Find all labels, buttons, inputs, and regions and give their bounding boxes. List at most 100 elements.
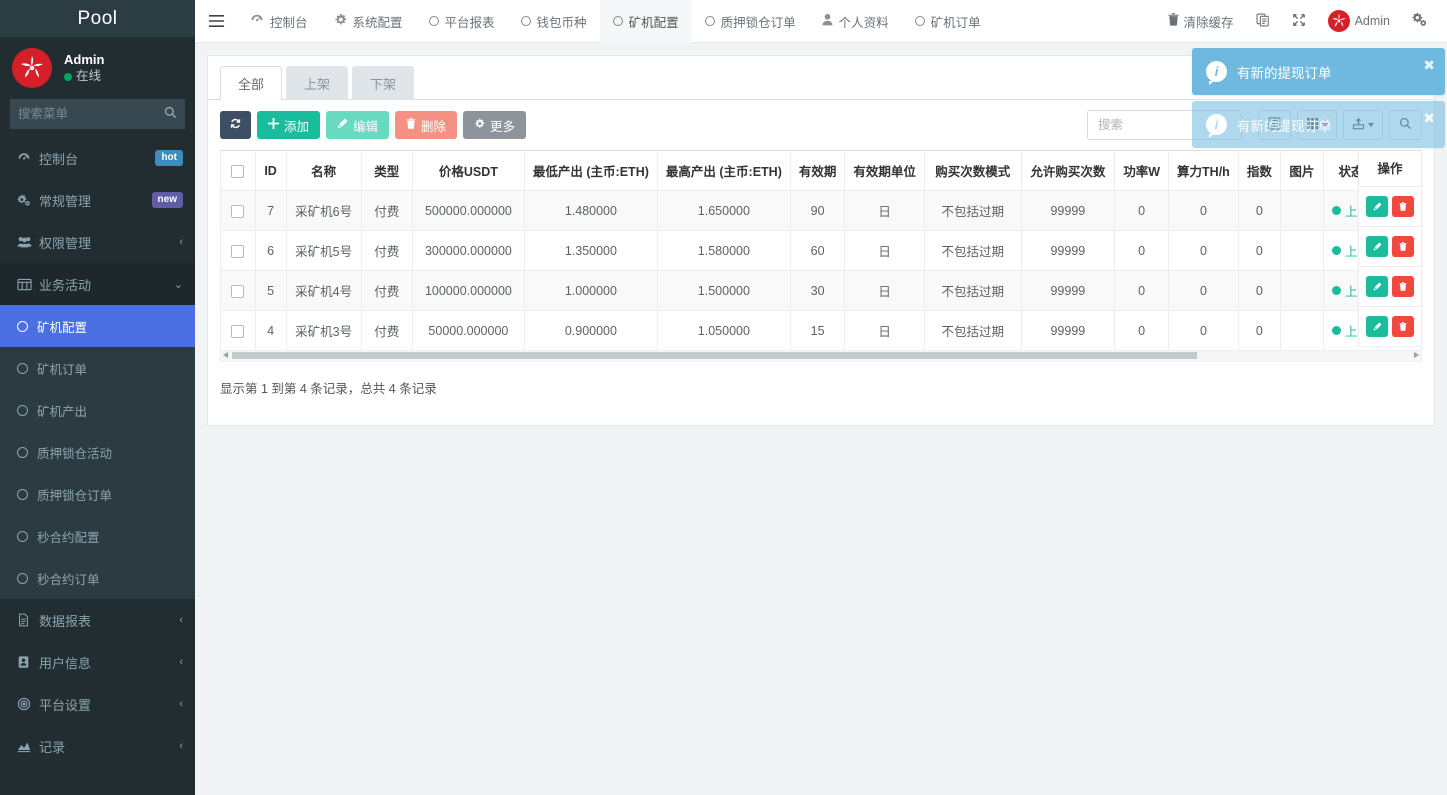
sidebar-item-second-contract-config[interactable]: 秒合约配置 — [0, 515, 195, 557]
users-icon — [17, 235, 39, 249]
panel-tab-unlisted[interactable]: 下架 — [352, 66, 415, 100]
edit-button[interactable]: 编辑 — [326, 111, 390, 139]
col-price[interactable]: 价格USDT — [411, 150, 525, 191]
submenu-label: 质押锁仓活动 — [37, 446, 113, 461]
scroll-right-icon[interactable] — [1414, 352, 1419, 358]
row-delete-button[interactable] — [1392, 316, 1414, 337]
sidebar-item-stake-activity[interactable]: 质押锁仓活动 — [0, 431, 195, 473]
col-buy-mode[interactable]: 购买次数模式 — [923, 150, 1022, 191]
scrollbar-thumb[interactable] — [232, 352, 1197, 359]
col-max-output[interactable]: 最高产出 (主币:ETH) — [656, 150, 791, 191]
tab-system-config[interactable]: 系统配置 — [321, 0, 416, 43]
copy-button[interactable] — [1246, 0, 1280, 43]
col-power[interactable]: 功率W — [1114, 150, 1170, 191]
id-card-icon — [17, 655, 39, 669]
row-checkbox[interactable] — [231, 244, 245, 258]
row-checkbox[interactable] — [231, 324, 245, 338]
tab-miner-orders[interactable]: 矿机订单 — [902, 0, 994, 43]
row-edit-button[interactable] — [1366, 276, 1388, 297]
row-delete-button[interactable] — [1392, 236, 1414, 257]
row-edit-button[interactable] — [1366, 196, 1388, 217]
table-row[interactable]: 5 采矿机4号 付费 100000.000000 1.000000 1.5000… — [220, 270, 1422, 311]
close-icon[interactable]: ✖ — [1423, 57, 1435, 74]
panel-tab-all[interactable]: 全部 — [220, 66, 283, 100]
col-name[interactable]: 名称 — [285, 150, 362, 191]
badge-new: new — [151, 192, 183, 208]
sidebar-search-input[interactable] — [10, 99, 185, 129]
add-button[interactable]: 添加 — [257, 111, 321, 139]
sidebar-item-miner-output[interactable]: 矿机产出 — [0, 389, 195, 431]
delete-label: 删除 — [421, 119, 447, 134]
select-all-checkbox[interactable] — [231, 164, 245, 178]
more-button[interactable]: 更多 — [463, 111, 527, 139]
content-area: 全部 上架 下架 添加 编辑 删除 更多 搜索 ID 名称 类型 价格USDT … — [195, 43, 1447, 795]
row-checkbox[interactable] — [231, 284, 245, 298]
settings-button[interactable] — [1402, 0, 1437, 43]
sidebar-item-second-contract-orders[interactable]: 秒合约订单 — [0, 557, 195, 599]
user-status-label: 在线 — [76, 69, 102, 84]
sidebar-item-user-info[interactable]: 用户信息 ‹ — [0, 641, 195, 683]
clear-cache-button[interactable]: 清除缓存 — [1158, 0, 1244, 43]
col-index[interactable]: 指数 — [1237, 150, 1281, 191]
col-min-output[interactable]: 最低产出 (主币:ETH) — [523, 150, 658, 191]
sidebar-item-miner-orders[interactable]: 矿机订单 — [0, 347, 195, 389]
delete-button[interactable]: 删除 — [395, 111, 458, 139]
col-buy-count[interactable]: 允许购买次数 — [1020, 150, 1116, 191]
sidebar-item-label: 数据报表 — [39, 613, 92, 629]
table-row[interactable]: 4 采矿机3号 付费 50000.000000 0.900000 1.05000… — [220, 310, 1422, 351]
col-type[interactable]: 类型 — [360, 150, 413, 191]
sidebar-item-business[interactable]: 业务活动 ⌄ 矿机配置 矿机订单 矿机产出 质押锁仓活动 质押锁仓订单 秒合约配… — [0, 263, 195, 599]
tab-miner-config[interactable]: 矿机配置 — [599, 0, 692, 43]
cell-validity: 15 — [789, 310, 846, 351]
user-status: 在线 — [64, 68, 104, 85]
table-horizontal-scrollbar[interactable] — [220, 351, 1422, 362]
file-icon — [17, 613, 39, 627]
refresh-button[interactable] — [220, 111, 251, 139]
table-row[interactable]: 7 采矿机6号 付费 500000.000000 1.480000 1.6500… — [220, 190, 1422, 231]
scroll-left-icon[interactable] — [223, 352, 228, 358]
tab-stake-orders[interactable]: 质押锁仓订单 — [692, 0, 809, 43]
fullscreen-button[interactable] — [1282, 0, 1316, 43]
sidebar-item-logs[interactable]: 记录 ‹ — [0, 725, 195, 767]
close-icon[interactable]: ✖ — [1423, 110, 1435, 127]
hamburger-icon[interactable] — [195, 0, 237, 42]
table-row[interactable]: 6 采矿机5号 付费 300000.000000 1.350000 1.5800… — [220, 230, 1422, 271]
row-delete-button[interactable] — [1392, 276, 1414, 297]
row-delete-button[interactable] — [1392, 196, 1414, 217]
cell-validity-unit: 日 — [844, 230, 925, 271]
panel-tab-listed[interactable]: 上架 — [286, 66, 349, 100]
tab-profile[interactable]: 个人资料 — [809, 0, 902, 43]
tab-wallet-coins[interactable]: 钱包币种 — [508, 0, 600, 43]
sidebar-menu: 控制台 hot 常规管理 new 权限管理 ‹ 业务活动 ⌄ 矿机配置 矿机订单… — [0, 137, 195, 767]
row-edit-button[interactable] — [1366, 236, 1388, 257]
user-panel[interactable]: Admin 在线 — [0, 37, 195, 99]
cell-index: 0 — [1237, 190, 1281, 231]
user-menu-button[interactable]: Admin — [1318, 0, 1400, 43]
col-validity[interactable]: 有效期 — [789, 150, 846, 191]
col-validity-unit[interactable]: 有效期单位 — [844, 150, 925, 191]
sidebar-item-general[interactable]: 常规管理 new — [0, 179, 195, 221]
sidebar-item-permissions[interactable]: 权限管理 ‹ — [0, 221, 195, 263]
col-hashrate[interactable]: 算力TH/h — [1168, 150, 1239, 191]
sidebar-item-label: 用户信息 — [39, 655, 92, 671]
sidebar-item-dashboard[interactable]: 控制台 hot — [0, 137, 195, 179]
cell-validity: 60 — [789, 230, 846, 271]
col-image[interactable]: 图片 — [1279, 150, 1325, 191]
circle-icon — [704, 16, 715, 26]
row-checkbox[interactable] — [231, 204, 245, 218]
toast-notification[interactable]: i 有新的提现订单 ✖ — [1192, 48, 1445, 95]
status-dot — [1332, 206, 1341, 215]
col-id[interactable]: ID — [254, 150, 287, 191]
tab-platform-reports[interactable]: 平台报表 — [416, 0, 508, 43]
info-icon: i — [1206, 114, 1227, 138]
sidebar-item-platform-settings[interactable]: 平台设置 ‹ — [0, 683, 195, 725]
sidebar-search[interactable] — [10, 99, 185, 129]
sidebar-item-miner-config[interactable]: 矿机配置 — [0, 305, 195, 347]
toast-notification[interactable]: i 有新的提现订单 ✖ — [1192, 101, 1445, 148]
tab-dashboard[interactable]: 控制台 — [237, 0, 321, 43]
cell-power: 0 — [1114, 230, 1170, 271]
row-edit-button[interactable] — [1366, 316, 1388, 337]
sidebar-item-stake-orders[interactable]: 质押锁仓订单 — [0, 473, 195, 515]
sidebar-item-reports[interactable]: 数据报表 ‹ — [0, 599, 195, 641]
gear-icon — [474, 118, 485, 132]
